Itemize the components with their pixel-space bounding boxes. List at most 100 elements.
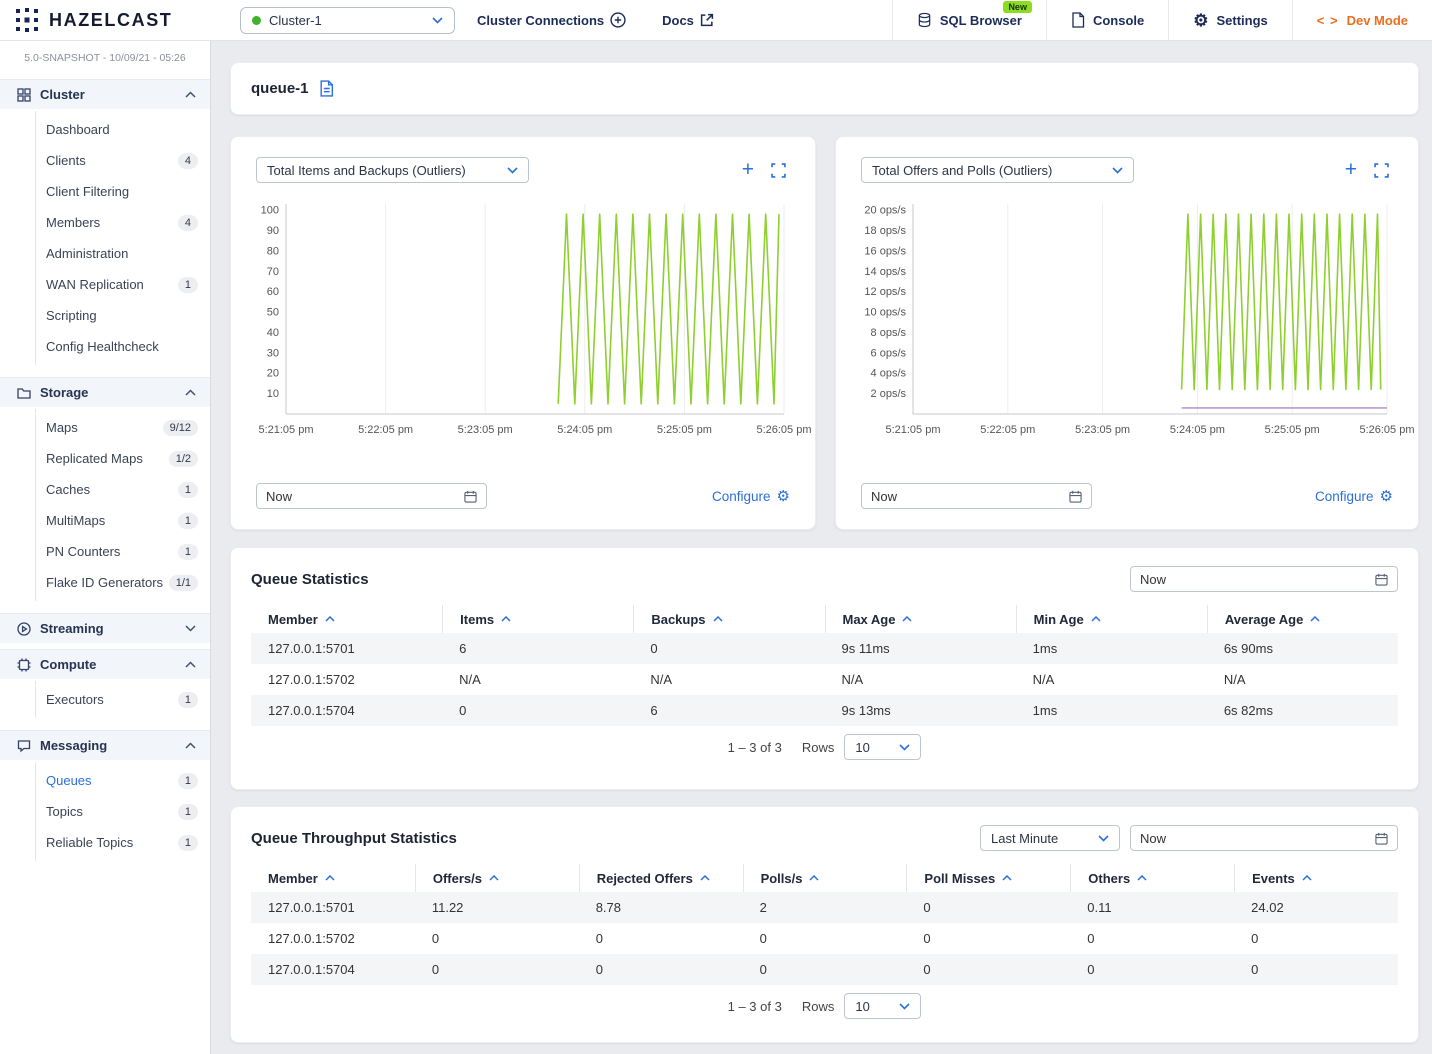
sidebar-item-scripting[interactable]: Scripting — [0, 300, 210, 331]
time-picker-input[interactable]: Now — [861, 483, 1092, 509]
queue-statistics-title: Queue Statistics — [251, 571, 369, 588]
column-header-rejected-offers[interactable]: Rejected Offers — [579, 864, 743, 892]
column-header-poll-misses[interactable]: Poll Misses — [906, 864, 1070, 892]
sort-chevron-up-icon — [1091, 616, 1101, 622]
page-title: queue-1 — [251, 80, 309, 97]
sidebar-item-multimaps[interactable]: MultiMaps1 — [0, 505, 210, 536]
item-label: PN Counters — [46, 544, 120, 559]
sidebar-item-clients[interactable]: Clients 4 — [0, 145, 210, 176]
column-header-others[interactable]: Others — [1070, 864, 1234, 892]
cluster-connections-link[interactable]: Cluster Connections — [477, 12, 626, 28]
cell-member: 127.0.0.1:5702 — [251, 664, 442, 695]
sidebar-section-streaming[interactable]: Streaming — [0, 613, 210, 643]
sidebar-item-maps[interactable]: Maps 9/12 — [0, 412, 210, 443]
cluster-items: Dashboard Clients 4 Client Filtering Memb… — [0, 109, 210, 371]
column-header-min-age[interactable]: Min Age — [1016, 605, 1207, 633]
item-label: Replicated Maps — [46, 451, 143, 466]
cell-member: 127.0.0.1:5701 — [251, 892, 415, 923]
item-label: Maps — [46, 420, 78, 435]
document-icon[interactable] — [319, 80, 334, 97]
table-row: 127.0.0.1:5701 11.22 8.78 2 0 0.11 24.02 — [251, 892, 1398, 923]
svg-text:5:26:05 pm: 5:26:05 pm — [1359, 424, 1414, 436]
count-badge: 4 — [178, 153, 198, 169]
configure-label: Configure — [712, 489, 771, 504]
sidebar-section-compute[interactable]: Compute — [0, 649, 210, 679]
dev-mode-button[interactable]: < > Dev Mode — [1292, 0, 1432, 40]
sidebar-item-queues[interactable]: Queues1 — [0, 765, 210, 796]
count-badge: 9/12 — [163, 420, 198, 436]
console-label: Console — [1093, 13, 1144, 28]
chart-card-offers-polls: Total Offers and Polls (Outliers) + 5:21… — [835, 136, 1419, 530]
settings-label: Settings — [1217, 13, 1268, 28]
column-header-member[interactable]: Member — [251, 605, 442, 633]
count-badge: 1 — [178, 482, 198, 498]
cluster-select-value: Cluster-1 — [269, 13, 424, 28]
metric-select-value: Total Items and Backups (Outliers) — [267, 163, 466, 178]
column-header-offers[interactable]: Offers/s — [415, 864, 579, 892]
svg-text:50: 50 — [267, 307, 279, 319]
sidebar-item-caches[interactable]: Caches1 — [0, 474, 210, 505]
add-widget-button[interactable]: + — [1345, 163, 1357, 177]
sidebar-item-flake-id-generators[interactable]: Flake ID Generators1/1 — [0, 567, 210, 598]
sidebar-item-dashboard[interactable]: Dashboard — [0, 114, 210, 145]
cell: 0 — [1070, 954, 1234, 985]
configure-link[interactable]: Configure ⚙ — [1315, 487, 1393, 505]
sidebar-item-reliable-topics[interactable]: Reliable Topics1 — [0, 827, 210, 858]
page-size-select[interactable]: 10 — [844, 993, 921, 1019]
time-picker-input[interactable]: Now — [256, 483, 487, 509]
sidebar-item-client-filtering[interactable]: Client Filtering — [0, 176, 210, 207]
add-widget-button[interactable]: + — [742, 163, 754, 177]
main-content: queue-1 Total Items and Backups (Outlier… — [211, 41, 1432, 1054]
column-header-polls[interactable]: Polls/s — [743, 864, 907, 892]
sidebar-item-pn-counters[interactable]: PN Counters1 — [0, 536, 210, 567]
interval-select[interactable]: Last Minute — [980, 825, 1120, 851]
sidebar-item-replicated-maps[interactable]: Replicated Maps1/2 — [0, 443, 210, 474]
console-button[interactable]: Console — [1046, 0, 1168, 40]
svg-text:5:24:05 pm: 5:24:05 pm — [557, 424, 612, 436]
column-header-max-age[interactable]: Max Age — [825, 605, 1016, 633]
chart-card-items-backups: Total Items and Backups (Outliers) + 5:2… — [230, 136, 816, 530]
count-badge: 1 — [178, 804, 198, 820]
time-picker-value: Now — [266, 489, 292, 504]
count-badge: 1 — [178, 835, 198, 851]
settings-button[interactable]: ⚙ Settings — [1168, 0, 1292, 40]
item-label: Clients — [46, 153, 86, 168]
time-picker-input[interactable]: Now — [1130, 566, 1398, 592]
metric-select[interactable]: Total Offers and Polls (Outliers) — [861, 157, 1134, 183]
calendar-icon — [1069, 490, 1082, 503]
page-size-select[interactable]: 10 — [844, 734, 921, 760]
expand-icon[interactable] — [771, 163, 786, 178]
column-header-average-age[interactable]: Average Age — [1207, 605, 1398, 633]
cluster-select[interactable]: Cluster-1 — [240, 7, 455, 34]
sidebar-item-administration[interactable]: Administration — [0, 238, 210, 269]
time-picker-input[interactable]: Now — [1130, 825, 1398, 851]
metric-select[interactable]: Total Items and Backups (Outliers) — [256, 157, 529, 183]
sql-browser-button[interactable]: New SQL Browser — [892, 0, 1046, 40]
column-header-events[interactable]: Events — [1234, 864, 1398, 892]
configure-link[interactable]: Configure ⚙ — [712, 487, 790, 505]
sidebar-item-wan-replication[interactable]: WAN Replication1 — [0, 269, 210, 300]
sidebar-item-config-healthcheck[interactable]: Config Healthcheck — [0, 331, 210, 362]
column-label: Rejected Offers — [597, 871, 693, 886]
sidebar-item-members[interactable]: Members4 — [0, 207, 210, 238]
version-text: 5.0-SNAPSHOT - 10/09/21 - 05:26 — [0, 41, 210, 73]
cell: 0 — [906, 954, 1070, 985]
docs-link[interactable]: Docs — [662, 13, 714, 28]
sidebar-item-topics[interactable]: Topics1 — [0, 796, 210, 827]
sidebar-section-cluster[interactable]: Cluster — [0, 79, 210, 109]
sidebar-section-storage[interactable]: Storage — [0, 377, 210, 407]
cell: 24.02 — [1234, 892, 1398, 923]
cell: 6s 82ms — [1207, 695, 1398, 726]
configure-label: Configure — [1315, 489, 1374, 504]
svg-text:5:23:05 pm: 5:23:05 pm — [458, 424, 513, 436]
cell: 8.78 — [579, 892, 743, 923]
expand-icon[interactable] — [1374, 163, 1389, 178]
column-header-backups[interactable]: Backups — [633, 605, 824, 633]
column-label: Items — [460, 612, 494, 627]
hazelcast-logo: HAZELCAST — [0, 7, 226, 33]
column-header-member[interactable]: Member — [251, 864, 415, 892]
sidebar-item-executors[interactable]: Executors1 — [0, 684, 210, 715]
interval-select-value: Last Minute — [991, 831, 1058, 846]
sidebar-section-messaging[interactable]: Messaging — [0, 730, 210, 760]
column-header-items[interactable]: Items — [442, 605, 633, 633]
